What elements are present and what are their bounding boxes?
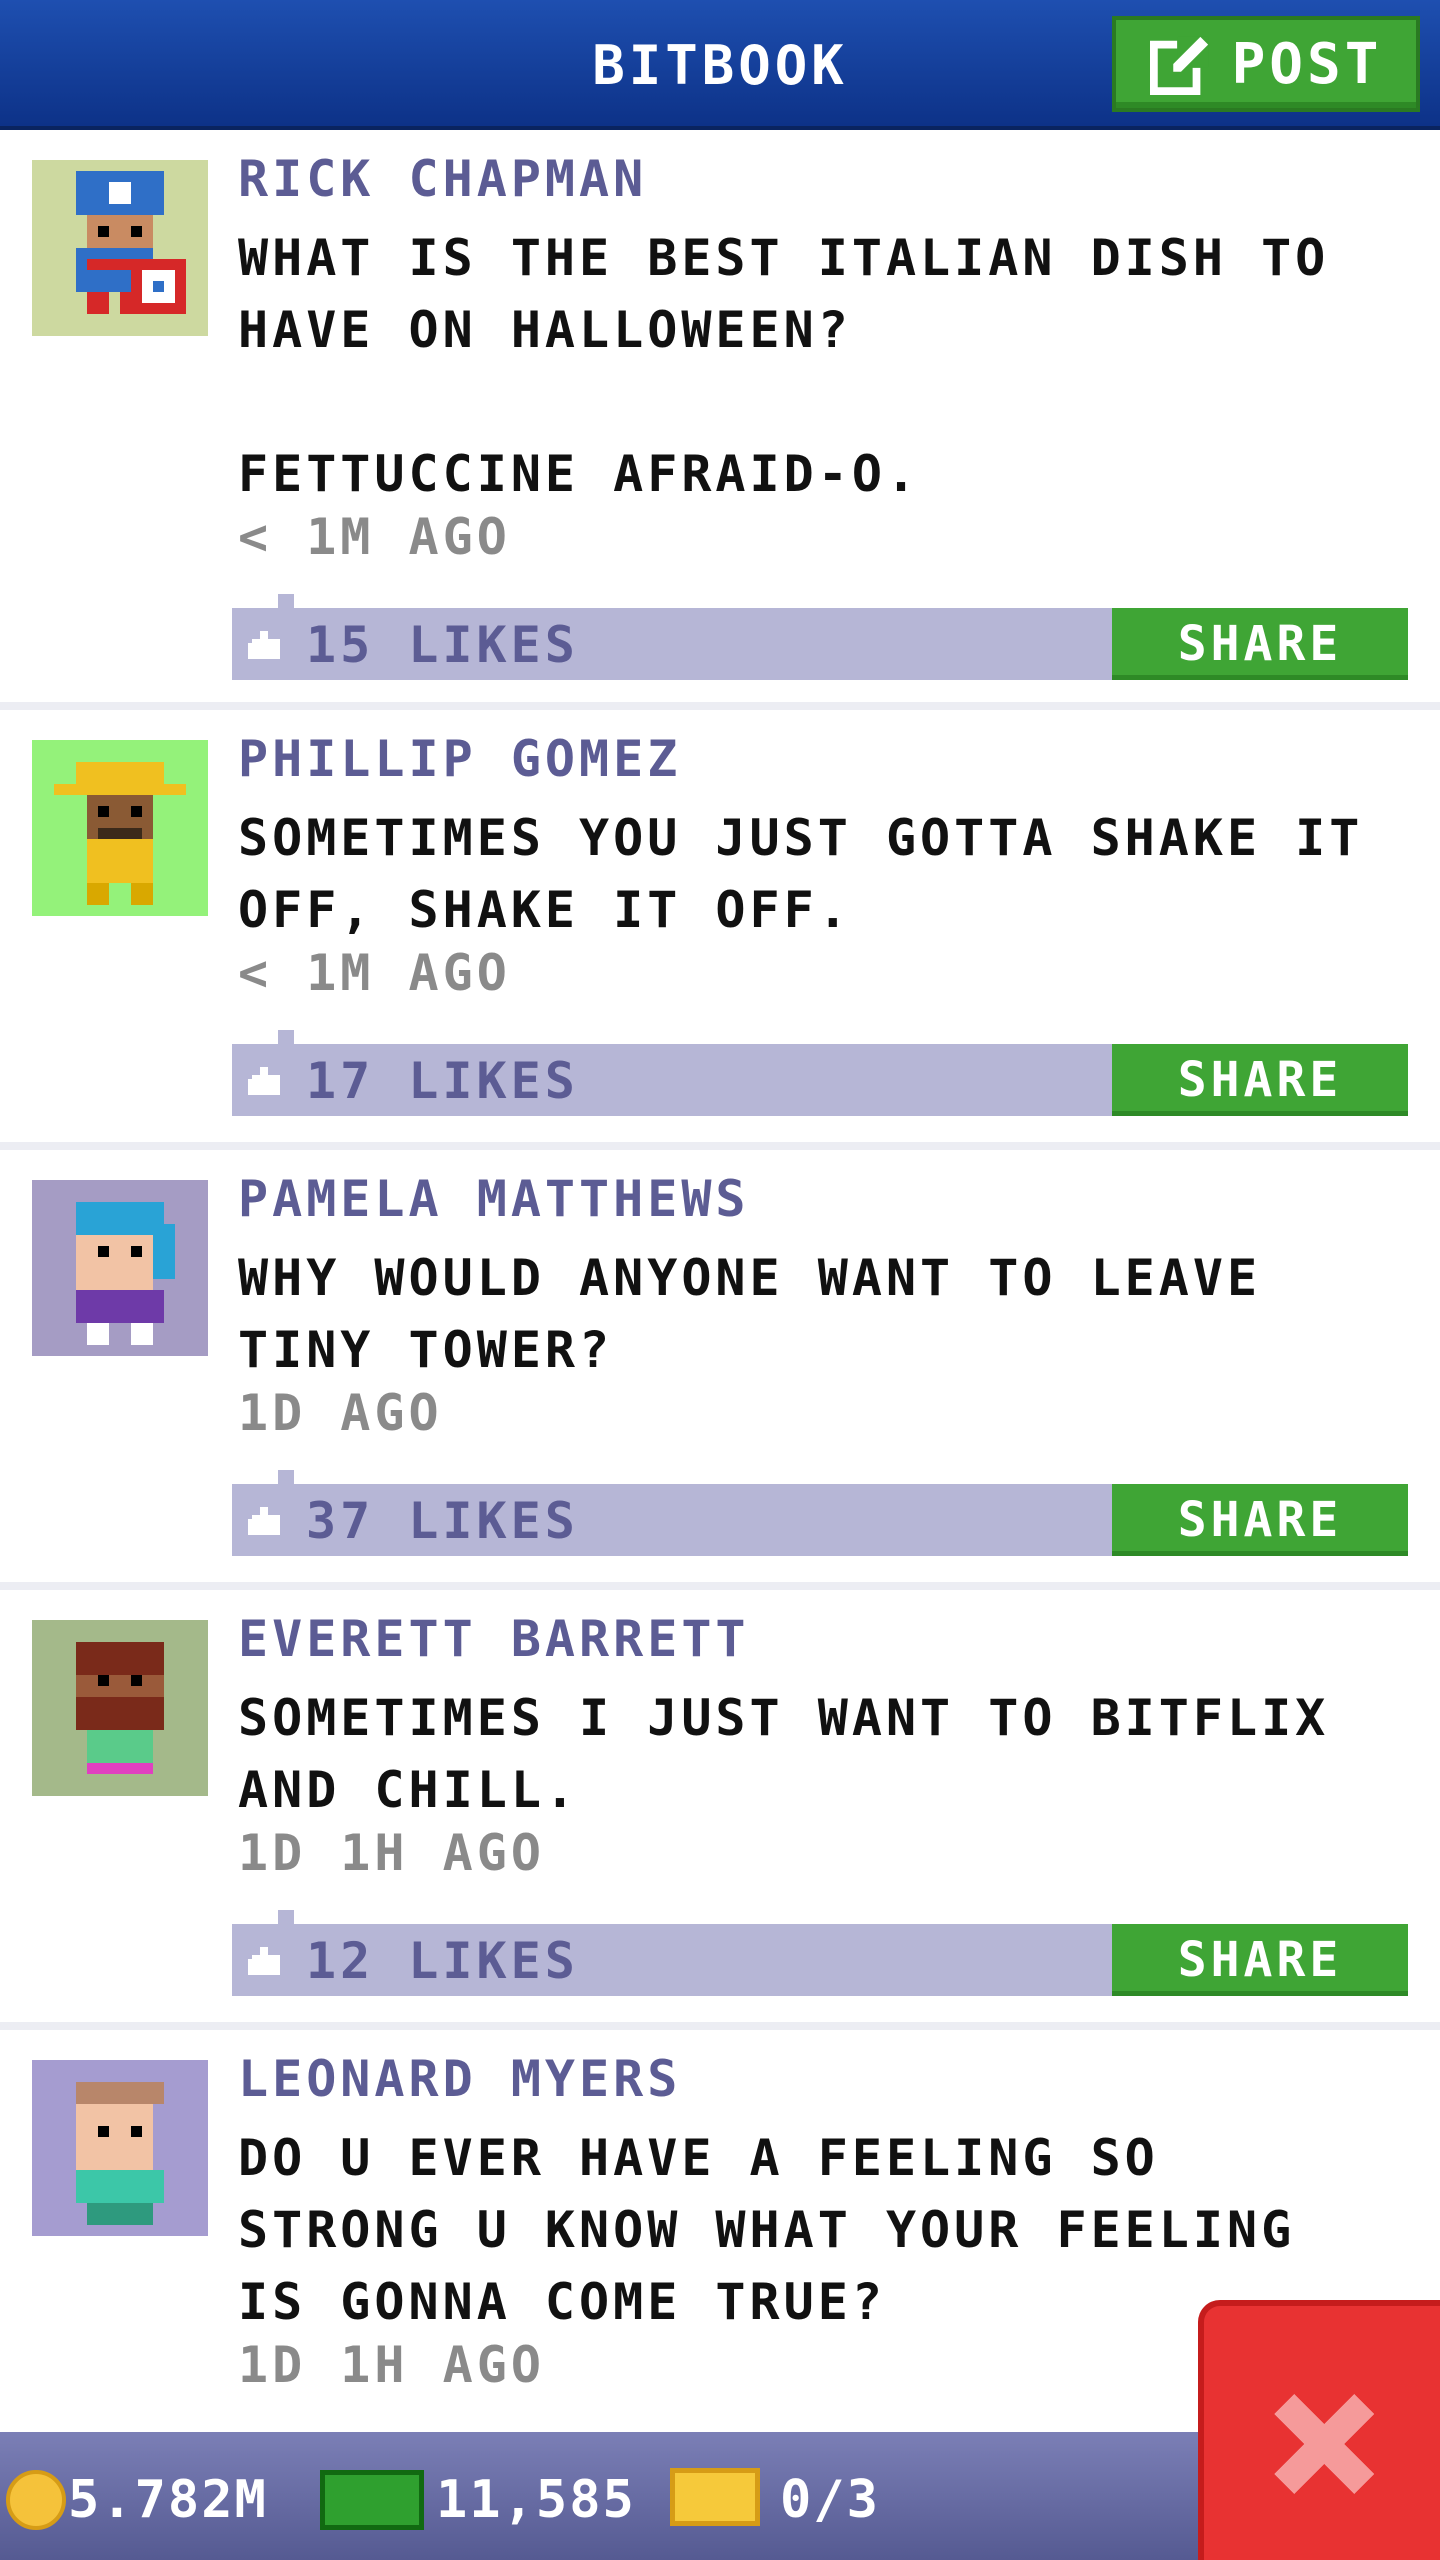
likes-bar-tab <box>278 594 294 610</box>
feed-post: RICK CHAPMAN WHAT IS THE BEST ITALIAN DI… <box>0 130 1440 710</box>
bux-icon <box>320 2470 424 2530</box>
share-button[interactable]: SHARE <box>1112 1924 1408 1996</box>
app-header: BITBOOK POST <box>0 0 1440 130</box>
post-time: 1D AGO <box>238 1384 443 1442</box>
post-message: SOMETIMES YOU JUST GOTTA SHAKE IT OFF, S… <box>238 809 1364 939</box>
tickets-count: 0/3 <box>780 2470 880 2530</box>
close-button[interactable] <box>1198 2300 1440 2560</box>
feed-post: PHILLIP GOMEZ SOMETIMES YOU JUST GOTTA S… <box>0 710 1440 1150</box>
bux-count: 11,585 <box>436 2470 636 2530</box>
post-time: < 1M AGO <box>238 508 511 566</box>
post-author[interactable]: PHILLIP GOMEZ <box>238 730 681 788</box>
likes-bar-tab <box>278 1910 294 1926</box>
thumbs-up-icon <box>248 1067 280 1095</box>
post-time: 1D 1H AGO <box>238 1824 545 1882</box>
likes-bar: 37 LIKES SHARE <box>232 1470 1408 1556</box>
likes-bar-tab <box>278 1030 294 1046</box>
thumbs-up-icon <box>248 631 280 659</box>
ticket-icon <box>670 2468 760 2526</box>
avatar <box>32 1180 208 1356</box>
likes-bar: 17 LIKES SHARE <box>232 1030 1408 1116</box>
share-button[interactable]: SHARE <box>1112 1044 1408 1116</box>
avatar <box>32 1620 208 1796</box>
post-button[interactable]: POST <box>1112 16 1420 112</box>
post-message: WHY WOULD ANYONE WANT TO LEAVE TINY TOWE… <box>238 1249 1262 1379</box>
avatar <box>32 2060 208 2236</box>
likes-count[interactable]: 15 LIKES <box>306 616 579 674</box>
thumbs-up-icon <box>248 1947 280 1975</box>
coin-icon <box>6 2470 66 2530</box>
coins-count: 5.782M <box>68 2470 268 2530</box>
feed: RICK CHAPMAN WHAT IS THE BEST ITALIAN DI… <box>0 130 1440 2470</box>
post-time: < 1M AGO <box>238 944 511 1002</box>
post-author[interactable]: LEONARD MYERS <box>238 2050 681 2108</box>
likes-bar-tab <box>278 1470 294 1486</box>
avatar <box>32 740 208 916</box>
post-author[interactable]: RICK CHAPMAN <box>238 150 647 208</box>
share-button[interactable]: SHARE <box>1112 1484 1408 1556</box>
post-message: WHAT IS THE BEST ITALIAN DISH TO HAVE ON… <box>238 229 1330 503</box>
post-message: SOMETIMES I JUST WANT TO BITFLIX AND CHI… <box>238 1689 1330 1819</box>
likes-bar: 15 LIKES SHARE <box>232 594 1408 680</box>
edit-icon <box>1149 36 1208 95</box>
post-button-label: POST <box>1231 31 1383 97</box>
post-time: 1D 1H AGO <box>238 2336 545 2394</box>
close-icon <box>1274 2394 1374 2494</box>
likes-count[interactable]: 12 LIKES <box>306 1932 579 1990</box>
post-author[interactable]: PAMELA MATTHEWS <box>238 1170 750 1228</box>
likes-bar: 12 LIKES SHARE <box>232 1910 1408 1996</box>
post-author[interactable]: EVERETT BARRETT <box>238 1610 750 1668</box>
thumbs-up-icon <box>248 1507 280 1535</box>
feed-post: EVERETT BARRETT SOMETIMES I JUST WANT TO… <box>0 1590 1440 2030</box>
avatar <box>32 160 208 336</box>
share-button[interactable]: SHARE <box>1112 608 1408 680</box>
likes-count[interactable]: 37 LIKES <box>306 1492 579 1550</box>
feed-post: PAMELA MATTHEWS WHY WOULD ANYONE WANT TO… <box>0 1150 1440 1590</box>
likes-count[interactable]: 17 LIKES <box>306 1052 579 1110</box>
